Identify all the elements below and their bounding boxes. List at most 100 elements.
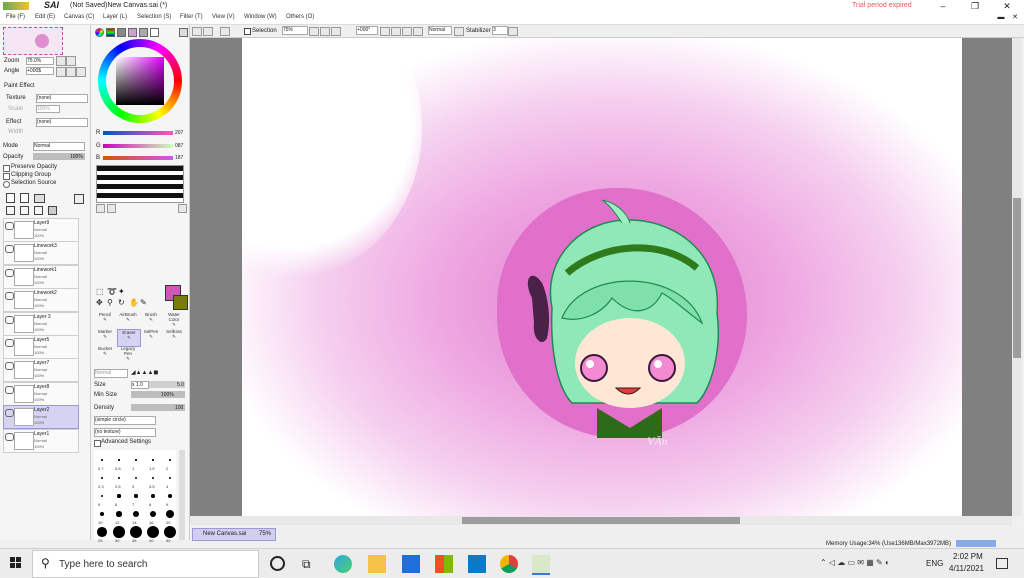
minimize-button[interactable]: –: [932, 0, 954, 12]
chrome-icon[interactable]: [500, 555, 518, 573]
brush-size-dot[interactable]: [149, 510, 157, 518]
swatch-add-button[interactable]: [96, 204, 105, 213]
redo-button[interactable]: [203, 27, 213, 36]
zoom-fit-button[interactable]: [331, 27, 341, 36]
texture-select[interactable]: (none): [36, 94, 88, 103]
g-slider[interactable]: [103, 144, 173, 148]
file-explorer-icon[interactable]: [368, 555, 386, 573]
layer-row[interactable]: Layer1 Normal 100%: [3, 428, 79, 453]
eye-icon[interactable]: [5, 315, 14, 324]
menu-selection[interactable]: Selection (S): [137, 14, 171, 20]
eye-icon[interactable]: [5, 268, 14, 277]
brush-size-dot[interactable]: [101, 459, 103, 461]
document-tab[interactable]: New Canvas.sai 75%: [192, 528, 276, 541]
transfer-down-icon[interactable]: [6, 206, 15, 215]
menu-file[interactable]: File (F): [6, 14, 25, 20]
brush-size-dot[interactable]: [147, 526, 159, 538]
hand-tool-icon[interactable]: ✋: [129, 298, 139, 307]
new-linework-icon[interactable]: [20, 193, 29, 203]
layer-row[interactable]: Linework2 Normal 100%: [3, 288, 79, 313]
blend-dropdown[interactable]: Normal: [428, 26, 452, 35]
size-multiplier[interactable]: x 1.0: [131, 381, 149, 389]
blend-toggle-button[interactable]: [454, 27, 464, 36]
color-wheel[interactable]: [98, 39, 182, 123]
menu-edit[interactable]: Edit (E): [35, 14, 55, 20]
zoom-value[interactable]: 75.0%: [26, 57, 54, 65]
brush-texture-select[interactable]: (no texture): [94, 428, 156, 437]
task-view-icon[interactable]: ⧉: [302, 557, 311, 572]
stabilizer-arrow-button[interactable]: [508, 27, 518, 36]
clear-layer-icon[interactable]: [34, 206, 43, 215]
lasso-tool-icon[interactable]: ➰: [107, 287, 117, 296]
scratchpad-icon[interactable]: [150, 28, 159, 37]
eye-icon[interactable]: [5, 362, 14, 371]
eye-icon[interactable]: [5, 432, 14, 441]
language-indicator[interactable]: ENG: [926, 559, 943, 568]
brush-size-dot[interactable]: [152, 459, 154, 461]
brush-tool-marker[interactable]: Marker ✎: [94, 329, 116, 345]
saturation-value-square[interactable]: [116, 57, 164, 105]
layer-row[interactable]: Linework1 Normal 100%: [3, 264, 79, 289]
undo-button[interactable]: [192, 27, 202, 36]
rotate-cw-button[interactable]: [391, 27, 401, 36]
eye-icon[interactable]: [5, 245, 14, 254]
swatch-remove-button[interactable]: [107, 204, 116, 213]
zoom-tool-icon[interactable]: ⚲: [107, 298, 113, 307]
brush-size-dot[interactable]: [167, 493, 173, 499]
zoom-plus-button[interactable]: [320, 27, 330, 36]
taskbar-search-box[interactable]: ⚲ Type here to search: [32, 550, 259, 578]
layer-row[interactable]: Layer7 Normal 100%: [3, 358, 79, 383]
brush-size-dot[interactable]: [113, 526, 125, 538]
menu-layer[interactable]: Layer (L): [103, 14, 127, 20]
rotate-ccw-button[interactable]: [380, 27, 390, 36]
selection-tool-icon[interactable]: ⬚: [96, 287, 104, 296]
rotate-tool-icon[interactable]: ↻: [118, 298, 125, 307]
windows-start-icon[interactable]: [10, 557, 22, 569]
swatch-menu-button[interactable]: [178, 204, 187, 213]
brush-size-dot[interactable]: [134, 494, 138, 498]
layer-row[interactable]: Linework3 Normal 100%: [3, 241, 79, 266]
min-size-slider[interactable]: [131, 391, 185, 398]
scale-value[interactable]: 100%: [36, 105, 60, 113]
close-button[interactable]: ✕: [996, 0, 1018, 12]
layer-settings-icon[interactable]: [74, 194, 84, 204]
brush-blend-mode[interactable]: Normal: [94, 369, 128, 378]
clock-time[interactable]: 2:02 PM: [953, 552, 983, 561]
brush-size-dot[interactable]: [134, 476, 138, 480]
eyedropper-tool-icon[interactable]: ✎: [140, 298, 147, 307]
deselect-button[interactable]: [220, 27, 230, 36]
rotate-left-button[interactable]: [56, 67, 66, 77]
brush-size-dot[interactable]: [100, 494, 104, 498]
menu-filter[interactable]: Filter (T): [180, 14, 203, 20]
eye-icon[interactable]: [5, 385, 14, 394]
system-tray-icons[interactable]: ⌃ ◁ ☁ ▭ ✉ ▦ ✎ ◐: [820, 558, 890, 567]
brush-size-dot[interactable]: [118, 459, 120, 461]
brush-tool-selpen[interactable]: SelPen ✎: [140, 329, 162, 345]
photos-app-icon[interactable]: [468, 555, 486, 573]
navigator-preview[interactable]: [3, 27, 63, 55]
brush-size-dot[interactable]: [166, 510, 174, 518]
color-wheel-mode-icon[interactable]: [95, 28, 104, 37]
rotate-right-button[interactable]: [66, 67, 76, 77]
edge-icon[interactable]: [334, 555, 352, 573]
brush-size-dot[interactable]: [99, 511, 105, 517]
brush-size-dot[interactable]: [151, 494, 155, 498]
merge-down-icon[interactable]: [20, 206, 29, 215]
secondary-color-swatch[interactable]: [173, 295, 188, 310]
menu-view[interactable]: View (V): [212, 14, 235, 20]
vertical-scroll-thumb[interactable]: [1013, 198, 1021, 358]
brush-shape-icons[interactable]: ◢▲▲▲◼: [131, 369, 185, 377]
new-layer-icon[interactable]: [6, 193, 15, 203]
swatch-mode-icon[interactable]: [128, 28, 137, 37]
clock-date[interactable]: 4/11/2021: [949, 564, 984, 573]
layer-row[interactable]: Layer9 Normal 100%: [3, 218, 79, 242]
eye-icon[interactable]: [5, 339, 14, 347]
layer-row[interactable]: Layer 3 Normal 100%: [3, 311, 79, 336]
clipping-group-checkbox[interactable]: [3, 173, 10, 180]
brush-size-dot[interactable]: [135, 459, 137, 461]
brush-tool-eraser[interactable]: Eraser ✎: [117, 329, 141, 347]
flip-button[interactable]: [413, 27, 423, 36]
blend-mode-select[interactable]: Normal: [33, 142, 85, 151]
brush-shape-select[interactable]: (simple circle): [94, 416, 156, 425]
brush-size-dot[interactable]: [169, 459, 171, 461]
